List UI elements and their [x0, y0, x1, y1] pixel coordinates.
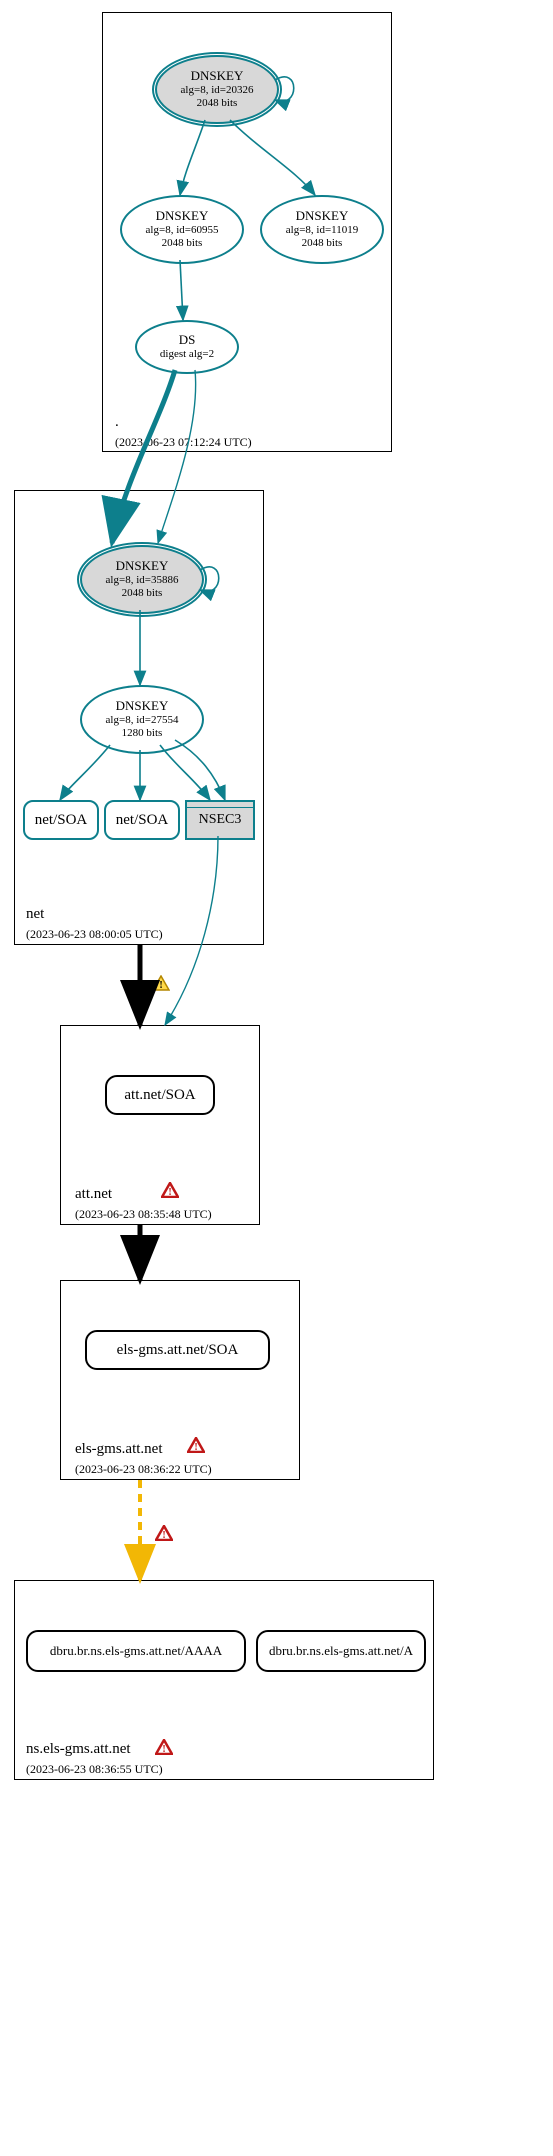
svg-text:!: !: [168, 1187, 171, 1198]
svg-text:!: !: [159, 980, 162, 991]
node-label: dbru.br.ns.els-gms.att.net/AAAA: [50, 1643, 222, 1659]
zone-root-ts: (2023-06-23 07:12:24 UTC): [115, 435, 252, 449]
a-rr: dbru.br.ns.els-gms.att.net/A: [256, 1630, 426, 1672]
node-label: NSEC3: [199, 812, 242, 828]
zone-net-name: net: [26, 906, 44, 922]
error-icon: !: [161, 1182, 179, 1198]
zone-net-label: net (2023-06-23 08:00:05 UTC): [26, 905, 163, 944]
node-line: alg=8, id=60955: [146, 224, 219, 237]
svg-text:!: !: [194, 1442, 197, 1453]
error-icon: !: [155, 1739, 173, 1755]
dnskey-net-zsk: DNSKEY alg=8, id=27554 1280 bits: [80, 685, 204, 754]
error-icon: !: [187, 1437, 205, 1453]
node-line: DNSKEY: [191, 69, 244, 84]
dnskey-root-alt: DNSKEY alg=8, id=11019 2048 bits: [260, 195, 384, 264]
net-soa-1: net/SOA: [23, 800, 99, 840]
node-line: DS: [179, 333, 196, 348]
error-icon: !: [155, 1525, 173, 1541]
els-soa: els-gms.att.net/SOA: [85, 1330, 270, 1370]
node-label: net/SOA: [116, 812, 169, 829]
zone-root-label: . (2023-06-23 07:12:24 UTC): [115, 413, 252, 452]
node-line: DNSKEY: [296, 209, 349, 224]
aaaa-rr: dbru.br.ns.els-gms.att.net/AAAA: [26, 1630, 246, 1672]
zone-att-ts: (2023-06-23 08:35:48 UTC): [75, 1207, 212, 1221]
zone-els-name: els-gms.att.net: [75, 1441, 162, 1457]
zone-ns-name: ns.els-gms.att.net: [26, 1741, 131, 1757]
node-line: DNSKEY: [116, 559, 169, 574]
zone-els-ts: (2023-06-23 08:36:22 UTC): [75, 1462, 212, 1476]
node-line: alg=8, id=11019: [286, 224, 359, 237]
dnskey-root-ksk: DNSKEY alg=8, id=20326 2048 bits: [155, 55, 279, 124]
node-line: 2048 bits: [162, 237, 203, 250]
node-line: DNSKEY: [156, 209, 209, 224]
node-line: alg=8, id=35886: [106, 574, 179, 587]
node-line: alg=8, id=20326: [181, 84, 254, 97]
dnskey-root-zsk: DNSKEY alg=8, id=60955 2048 bits: [120, 195, 244, 264]
zone-att-label: att.net (2023-06-23 08:35:48 UTC): [75, 1185, 212, 1224]
zone-net-ts: (2023-06-23 08:00:05 UTC): [26, 927, 163, 941]
node-line: digest alg=2: [160, 348, 214, 361]
ds-root: DS digest alg=2: [135, 320, 239, 374]
node-line: DNSKEY: [116, 699, 169, 714]
warning-icon: !: [152, 975, 170, 991]
node-line: alg=8, id=27554: [106, 714, 179, 727]
nsec3: NSEC3: [185, 800, 255, 840]
zone-root-name: .: [115, 414, 119, 430]
zone-att-name: att.net: [75, 1186, 112, 1202]
node-label: net/SOA: [35, 812, 88, 829]
node-label: att.net/SOA: [124, 1087, 195, 1104]
node-line: 2048 bits: [302, 237, 343, 250]
node-line: 1280 bits: [122, 727, 163, 740]
node-line: 2048 bits: [197, 97, 238, 110]
net-soa-2: net/SOA: [104, 800, 180, 840]
node-line: 2048 bits: [122, 587, 163, 600]
node-label: els-gms.att.net/SOA: [117, 1342, 239, 1359]
zone-ns-label: ns.els-gms.att.net (2023-06-23 08:36:55 …: [26, 1740, 163, 1779]
svg-text:!: !: [162, 1744, 165, 1755]
zone-ns-ts: (2023-06-23 08:36:55 UTC): [26, 1762, 163, 1776]
svg-text:!: !: [162, 1530, 165, 1541]
node-label: dbru.br.ns.els-gms.att.net/A: [269, 1643, 413, 1659]
dnskey-net-ksk: DNSKEY alg=8, id=35886 2048 bits: [80, 545, 204, 614]
att-soa: att.net/SOA: [105, 1075, 215, 1115]
